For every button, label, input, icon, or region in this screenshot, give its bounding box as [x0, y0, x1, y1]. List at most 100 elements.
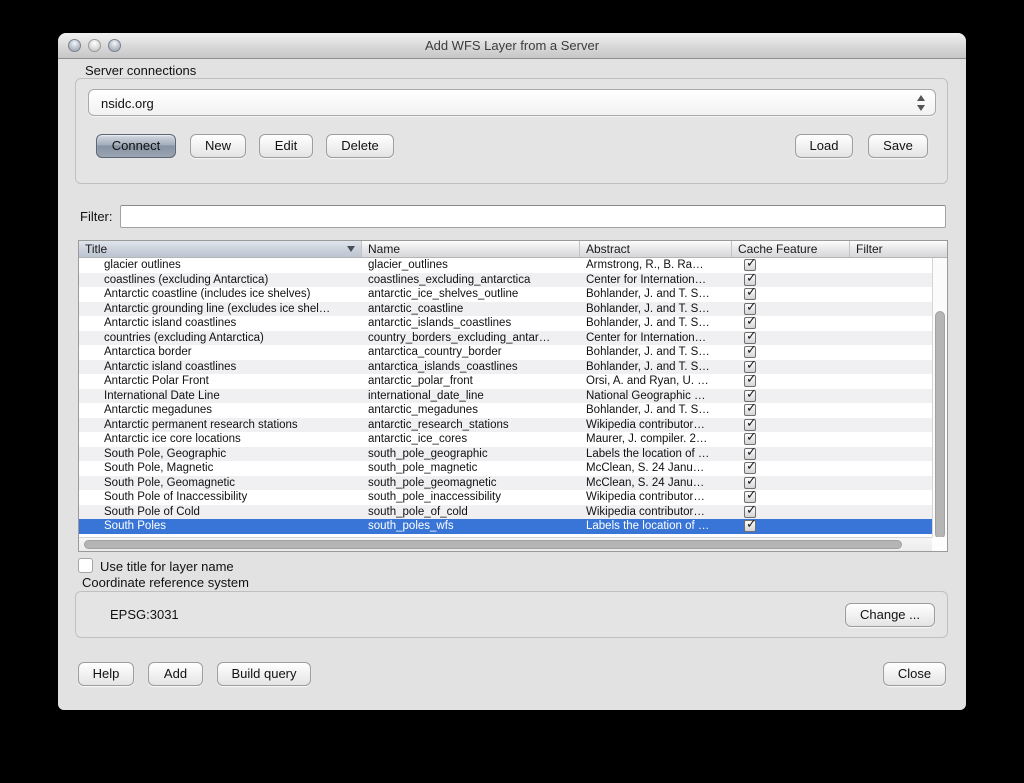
column-header-title[interactable]: Title	[79, 241, 362, 257]
table-header: Title Name Abstract Cache Feature Filter	[79, 241, 947, 258]
cache-feature-checkbox[interactable]: ✓	[744, 447, 757, 460]
cell-filter	[850, 331, 932, 346]
change-crs-button[interactable]: Change ...	[845, 603, 935, 627]
column-header-cache-feature[interactable]: Cache Feature	[732, 241, 850, 257]
cell-cache-feature: ✓	[732, 519, 850, 534]
column-header-filter[interactable]: Filter	[850, 241, 947, 257]
cache-feature-checkbox[interactable]: ✓	[744, 273, 757, 286]
checkmark-icon: ✓	[746, 504, 757, 517]
cell-cache-feature: ✓	[732, 418, 850, 433]
crs-value: EPSG:3031	[110, 607, 179, 622]
cell-filter	[850, 461, 932, 476]
connect-button[interactable]: Connect	[96, 134, 176, 158]
cache-feature-checkbox[interactable]: ✓	[744, 461, 757, 475]
use-title-checkbox[interactable]	[78, 558, 93, 573]
table-row[interactable]: South Pole, Magnetic south_pole_magnetic M…	[79, 461, 932, 476]
table-row[interactable]: Antarctica border antarctica_country_bord…	[79, 345, 932, 360]
vertical-scrollbar[interactable]	[932, 258, 947, 539]
cell-title: South Pole, Geographic	[104, 447, 227, 460]
table-row[interactable]: glacier outlines glacier_outlines Armstron…	[79, 258, 932, 273]
table-row[interactable]: Antarctic Polar Front antarctic_polar_fro…	[79, 374, 932, 389]
cache-feature-checkbox[interactable]: ✓	[744, 316, 757, 330]
build-query-button[interactable]: Build query	[217, 662, 311, 686]
checkmark-icon: ✓	[746, 287, 757, 300]
cell-cache-feature: ✓	[732, 287, 850, 302]
cache-feature-checkbox[interactable]: ✓	[744, 287, 757, 301]
cell-filter	[850, 447, 932, 462]
cell-abstract: Labels the location of …	[586, 520, 710, 532]
cell-cache-feature: ✓	[732, 360, 850, 375]
table-row[interactable]: Antarctic grounding line (excludes ice s…	[79, 301, 932, 316]
table-row[interactable]: Antarctic permanent research stations ant…	[79, 417, 932, 433]
load-button[interactable]: Load	[795, 134, 853, 158]
server-connection-value: nsidc.org	[101, 96, 154, 111]
table-row[interactable]: South Pole of Cold south_pole_of_cold Wiki…	[79, 504, 932, 520]
use-title-label: Use title for layer name	[100, 559, 234, 574]
table-row[interactable]: South Pole, Geographic south_pole_geograp…	[79, 446, 932, 462]
table-row[interactable]: Antarctic ice core locations antarctic_ic…	[79, 432, 932, 447]
cell-name: antarctic_polar_front	[368, 375, 473, 387]
filter-input[interactable]	[120, 205, 946, 228]
new-button[interactable]: New	[190, 134, 246, 158]
save-button[interactable]: Save	[868, 134, 928, 158]
cell-title: Antarctic grounding line (excludes ice s…	[104, 302, 331, 315]
cell-name: antarctic_islands_coastlines	[368, 317, 512, 329]
table-row[interactable]: South Pole, Geomagnetic south_pole_geomag…	[79, 475, 932, 490]
cache-feature-checkbox[interactable]: ✓	[744, 258, 757, 272]
cache-feature-checkbox[interactable]: ✓	[744, 476, 757, 489]
table-row[interactable]: Antarctic island coastlines antarctic_isl…	[79, 316, 932, 331]
server-connection-select[interactable]: nsidc.org	[88, 89, 936, 116]
cell-cache-feature: ✓	[732, 505, 850, 520]
cache-feature-checkbox[interactable]: ✓	[744, 374, 757, 388]
help-button[interactable]: Help	[78, 662, 134, 686]
cell-title: coastlines (excluding Antarctica)	[104, 273, 269, 286]
cell-abstract: Center for Internation…	[586, 273, 707, 286]
table-row[interactable]: Antarctic megadunes antarctic_megadunes Bo…	[79, 403, 932, 418]
cache-feature-checkbox[interactable]: ✓	[744, 432, 757, 446]
cell-title: countries (excluding Antarctica)	[104, 331, 264, 344]
table-row[interactable]: International Date Line international_dat…	[79, 388, 932, 404]
cell-abstract: Wikipedia contributor…	[586, 491, 705, 503]
cell-abstract: Labels the location of …	[586, 447, 710, 460]
cache-feature-checkbox[interactable]: ✓	[744, 360, 757, 373]
cache-feature-checkbox[interactable]: ✓	[744, 418, 757, 431]
checkmark-icon: ✓	[746, 432, 757, 445]
cache-feature-checkbox[interactable]: ✓	[744, 331, 757, 344]
table-row[interactable]: Antarctic island coastlines antarctica_is…	[79, 359, 932, 375]
cell-cache-feature: ✓	[732, 258, 850, 273]
table-row[interactable]: South Pole of Inaccessibility south_pole_…	[79, 490, 932, 505]
checkmark-icon: ✓	[746, 316, 757, 329]
cache-feature-checkbox[interactable]: ✓	[744, 504, 757, 518]
cache-feature-checkbox[interactable]: ✓	[744, 345, 757, 359]
column-header-abstract[interactable]: Abstract	[580, 241, 732, 257]
cache-feature-checkbox[interactable]: ✓	[744, 389, 757, 402]
cell-name: south_pole_inaccessibility	[368, 491, 501, 503]
cell-name: coastlines_excluding_antarctica	[368, 273, 531, 286]
server-connections-label: Server connections	[85, 63, 197, 78]
close-button[interactable]: Close	[883, 662, 946, 686]
cell-abstract: Bohlander, J. and T. S…	[586, 404, 710, 416]
horizontal-scrollbar-thumb[interactable]	[84, 540, 902, 549]
table-row[interactable]: countries (excluding Antarctica) country_…	[79, 330, 932, 346]
cache-feature-checkbox[interactable]: ✓	[744, 490, 757, 504]
checkmark-icon: ✓	[746, 519, 757, 532]
cell-abstract: McClean, S. 24 Janu…	[586, 476, 705, 489]
column-header-name[interactable]: Name	[362, 241, 580, 257]
delete-button[interactable]: Delete	[326, 134, 394, 158]
table-row[interactable]: Antarctic coastline (includes ice shelve…	[79, 287, 932, 302]
cache-feature-checkbox[interactable]: ✓	[744, 403, 757, 417]
title-bar[interactable]: Add WFS Layer from a Server	[58, 33, 966, 59]
horizontal-scrollbar[interactable]	[79, 537, 932, 551]
cell-filter	[850, 403, 932, 418]
vertical-scrollbar-thumb[interactable]	[935, 311, 945, 539]
add-button[interactable]: Add	[148, 662, 203, 686]
edit-button[interactable]: Edit	[259, 134, 313, 158]
cache-feature-checkbox[interactable]: ✓	[744, 302, 757, 315]
table-row[interactable]: South Poles south_poles_wfs Labels the loc…	[79, 519, 932, 534]
cache-feature-checkbox[interactable]: ✓	[744, 519, 757, 533]
cell-abstract: Wikipedia contributor…	[586, 505, 705, 518]
cell-cache-feature: ✓	[732, 389, 850, 404]
cell-filter	[850, 505, 932, 520]
cell-cache-feature: ✓	[732, 331, 850, 346]
table-row[interactable]: coastlines (excluding Antarctica) coastli…	[79, 272, 932, 287]
